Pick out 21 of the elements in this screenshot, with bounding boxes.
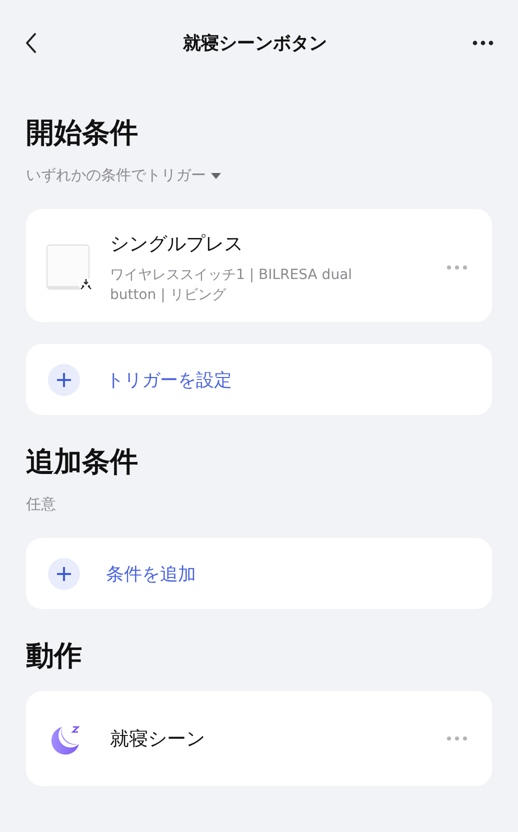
more-icon [446, 265, 468, 270]
caret-icon[interactable] [211, 172, 221, 178]
add-button[interactable]: 条件を追加 [26, 538, 492, 609]
plus-icon [48, 558, 80, 590]
device-detail: ワイヤレススイッチ1 | BILRESA dual button | リビング [110, 266, 354, 304]
back-icon [24, 32, 38, 54]
trigger-card[interactable]: シングルプレス ワイヤレススイッチ1 | BILRESA dual button | リビング [26, 209, 492, 322]
switch-icon [46, 244, 94, 292]
more-icon [472, 40, 494, 46]
action-title: 就寝シーン [110, 726, 205, 752]
screen-title: 就寝シーンボタン [183, 32, 327, 55]
section-subtitle[interactable]: いずれかの条件でトリガー [26, 166, 206, 185]
section-title: 動作 [26, 638, 83, 674]
plus-icon [48, 364, 80, 396]
trigger-title: シングルプレス [110, 232, 244, 256]
action-card[interactable]: 就寝シーン [26, 691, 492, 786]
section-subtitle: 任意 [26, 495, 56, 514]
section-title: 開始条件 [26, 115, 139, 151]
section-title: 追加条件 [26, 444, 139, 480]
add-button[interactable]: トリガーを設定 [26, 344, 492, 415]
more-icon [446, 736, 468, 741]
